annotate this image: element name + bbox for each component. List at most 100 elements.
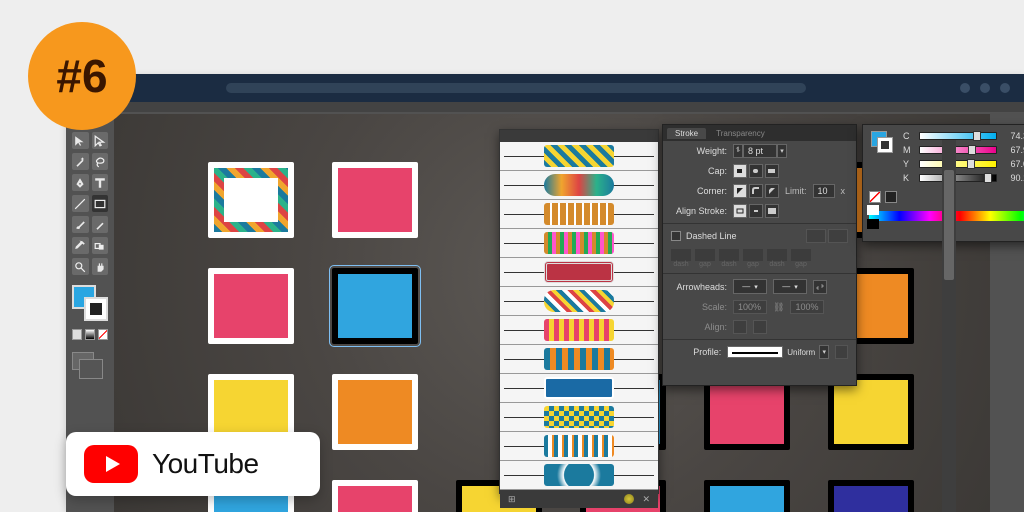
- brush-row[interactable]: [500, 200, 658, 229]
- cap-projecting[interactable]: [765, 164, 779, 178]
- channel-value[interactable]: 67.92: [1003, 145, 1024, 155]
- channel-value[interactable]: 67.05: [1003, 159, 1024, 169]
- channel-value[interactable]: 74.37: [1003, 131, 1024, 141]
- brush-row[interactable]: [500, 171, 658, 200]
- slider-track[interactable]: [919, 160, 997, 168]
- weight-input[interactable]: 8 pt: [743, 144, 777, 158]
- selection-tool[interactable]: [72, 132, 89, 149]
- profile-flip[interactable]: [835, 345, 848, 359]
- vertical-scrollbar[interactable]: [942, 140, 956, 512]
- none-swatch[interactable]: [869, 191, 881, 203]
- stroke-chip[interactable]: [877, 137, 893, 153]
- brush-row[interactable]: [500, 142, 658, 171]
- brushes-header[interactable]: [500, 130, 658, 142]
- brush-row[interactable]: [500, 316, 658, 345]
- tab-transparency[interactable]: Transparency: [708, 128, 773, 139]
- dashed-checkbox[interactable]: [671, 231, 681, 241]
- pen-tool[interactable]: [72, 174, 89, 191]
- stroke-swatch[interactable]: [84, 297, 108, 321]
- direct-selection-tool[interactable]: [92, 132, 109, 149]
- dash-gap-inputs: dashgapdashgapdashgap: [671, 249, 811, 268]
- arrow-start[interactable]: — ▾: [733, 279, 767, 294]
- dash-align[interactable]: [828, 229, 848, 243]
- weight-stepper-link[interactable]: ⥮: [733, 144, 743, 158]
- slider-knob[interactable]: [968, 145, 976, 155]
- last-color-swatch[interactable]: [885, 191, 897, 203]
- tab-stroke[interactable]: Stroke: [667, 128, 706, 139]
- stroke-panel[interactable]: Stroke Transparency Weight: ⥮ 8 pt ▾ Cap…: [662, 124, 857, 386]
- color-tile-blue[interactable]: [704, 480, 790, 512]
- corner-miter[interactable]: [733, 184, 747, 198]
- link-icon[interactable]: ⛓: [773, 302, 784, 313]
- type-tool[interactable]: [92, 174, 109, 191]
- color-mode-none[interactable]: [98, 329, 108, 340]
- arrow-align-tip[interactable]: [733, 320, 747, 334]
- brush-row[interactable]: [500, 432, 658, 461]
- color-mode-solid[interactable]: [72, 329, 82, 340]
- align-inside[interactable]: [749, 204, 763, 218]
- app-menubar[interactable]: [66, 102, 1024, 112]
- scale-a-input[interactable]: 100%: [733, 300, 767, 314]
- slider-track[interactable]: [919, 174, 997, 182]
- color-tile-pink[interactable]: [332, 480, 418, 512]
- weight-dropdown[interactable]: ▾: [777, 144, 787, 158]
- blend-tool[interactable]: [92, 237, 109, 254]
- brush-options-icon[interactable]: ✕: [642, 494, 650, 505]
- arrow-end[interactable]: — ▾: [773, 279, 807, 294]
- color-tile-pink[interactable]: [208, 268, 294, 344]
- color-fillstroke-swatch[interactable]: [871, 131, 893, 153]
- window-dot[interactable]: [980, 83, 990, 93]
- eyedropper-tool[interactable]: [72, 237, 89, 254]
- window-dot[interactable]: [960, 83, 970, 93]
- scale-label: Scale:: [671, 302, 727, 312]
- brush-row[interactable]: [500, 374, 658, 403]
- channel-value[interactable]: 90.15: [1003, 173, 1024, 183]
- library-icon[interactable]: ⊞: [508, 494, 516, 505]
- scale-b-input[interactable]: 100%: [790, 300, 824, 314]
- youtube-pill[interactable]: YouTube: [66, 432, 320, 496]
- color-tile-blue[interactable]: [332, 268, 418, 344]
- window-dot[interactable]: [1000, 83, 1010, 93]
- pencil-tool[interactable]: [92, 216, 109, 233]
- rectangle-tool[interactable]: [92, 195, 109, 212]
- pattern-tile[interactable]: [208, 162, 294, 238]
- brush-row[interactable]: [500, 403, 658, 432]
- brush-row[interactable]: [500, 287, 658, 316]
- cap-round[interactable]: [749, 164, 763, 178]
- line-tool[interactable]: [72, 195, 89, 212]
- brush-tool[interactable]: [72, 216, 89, 233]
- lasso-tool[interactable]: [92, 153, 109, 170]
- hand-tool[interactable]: [92, 258, 109, 275]
- slider-knob[interactable]: [973, 131, 981, 141]
- align-center[interactable]: [733, 204, 747, 218]
- brush-row[interactable]: [500, 345, 658, 374]
- scroll-thumb[interactable]: [944, 170, 954, 280]
- slider-knob[interactable]: [984, 173, 992, 183]
- arrow-swap[interactable]: [813, 280, 827, 294]
- slider-knob[interactable]: [967, 159, 975, 169]
- profile-dropdown[interactable]: ▾: [819, 345, 829, 359]
- arrow-align-end[interactable]: [753, 320, 767, 334]
- magic-wand-tool[interactable]: [72, 153, 89, 170]
- brushes-panel[interactable]: ⊞ ✕: [499, 129, 659, 494]
- fill-stroke-swatch[interactable]: [72, 285, 108, 321]
- dash-preserve[interactable]: [806, 229, 826, 243]
- slider-track[interactable]: [919, 146, 997, 154]
- brush-row[interactable]: [500, 229, 658, 258]
- align-outside[interactable]: [765, 204, 779, 218]
- limit-input[interactable]: 10: [813, 184, 835, 198]
- screen-mode[interactable]: [72, 352, 94, 370]
- brush-row[interactable]: [500, 258, 658, 287]
- zoom-tool[interactable]: [72, 258, 89, 275]
- url-bar[interactable]: [80, 83, 952, 93]
- color-mode-gradient[interactable]: [85, 329, 95, 340]
- slider-track[interactable]: [919, 132, 997, 140]
- color-tile-orange[interactable]: [332, 374, 418, 450]
- color-tile-indigo[interactable]: [828, 480, 914, 512]
- corner-bevel[interactable]: [765, 184, 779, 198]
- cap-butt[interactable]: [733, 164, 747, 178]
- brush-row[interactable]: [500, 461, 658, 490]
- corner-label: Corner:: [671, 186, 727, 196]
- corner-round[interactable]: [749, 184, 763, 198]
- color-tile-pink[interactable]: [332, 162, 418, 238]
